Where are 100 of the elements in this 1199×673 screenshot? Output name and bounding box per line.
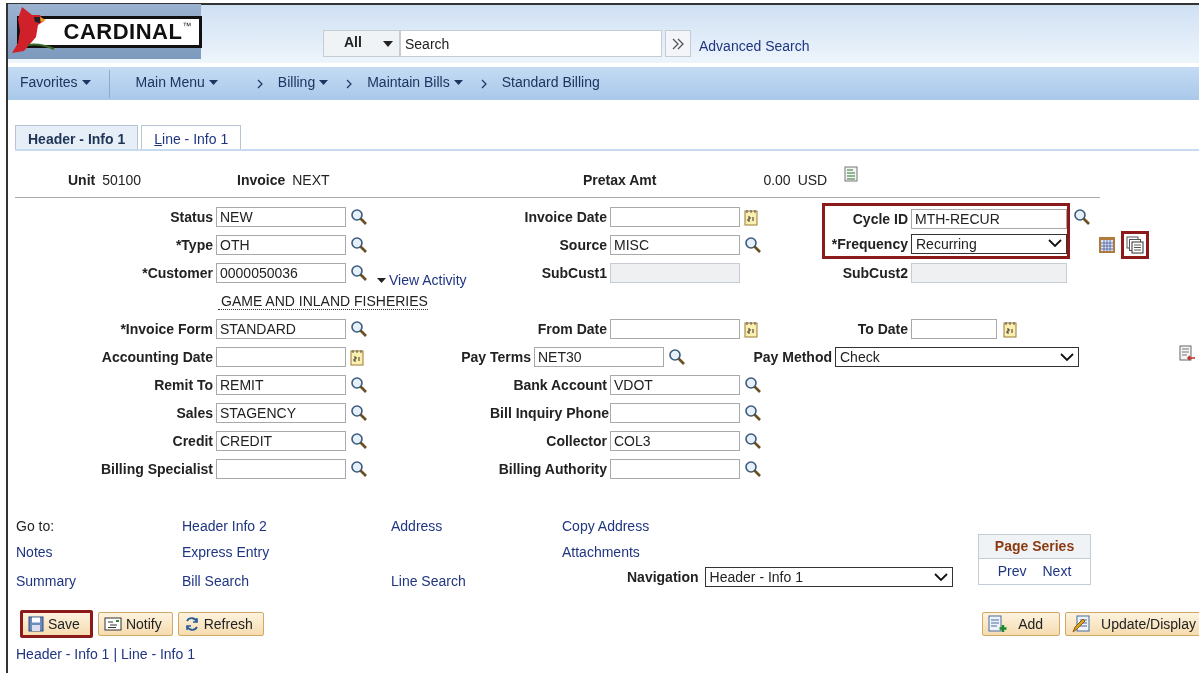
nav-menu[interactable]: Favorites bbox=[20, 74, 91, 93]
dropdown-field[interactable]: Check bbox=[835, 347, 1079, 367]
field-label: SubCust1 bbox=[540, 265, 608, 281]
search-scope-dropdown[interactable]: All bbox=[323, 30, 400, 57]
action-button[interactable]: Refresh bbox=[177, 612, 264, 636]
calendar-grid-icon[interactable] bbox=[1098, 236, 1116, 254]
summary-label: Unit bbox=[68, 172, 96, 188]
field-label: *Invoice Form bbox=[119, 321, 214, 337]
input-field[interactable]: NEW bbox=[216, 207, 346, 227]
field-label: Bill Inquiry Phone bbox=[490, 405, 610, 421]
page-link[interactable]: Summary bbox=[16, 573, 182, 589]
footer-link[interactable]: Header - Info 1 bbox=[16, 646, 110, 662]
action-button[interactable]: Save bbox=[20, 610, 93, 638]
action-button[interactable]: Notify bbox=[97, 612, 173, 636]
dropdown-field[interactable]: Recurring bbox=[911, 233, 1067, 254]
input-field[interactable]: MISC bbox=[610, 235, 740, 255]
nav-menu[interactable]: Main Menu bbox=[135, 74, 218, 93]
page-link[interactable]: Line Search bbox=[391, 573, 562, 589]
input-field[interactable]: CREDIT bbox=[216, 431, 346, 451]
field-label: Sales bbox=[175, 405, 214, 421]
search-icon[interactable] bbox=[744, 460, 762, 478]
search-icon[interactable] bbox=[668, 348, 686, 366]
input-field[interactable] bbox=[610, 459, 740, 479]
field-label: Credit bbox=[171, 433, 214, 449]
search-icon[interactable] bbox=[350, 236, 368, 254]
advanced-search-link[interactable]: Advanced Search bbox=[699, 37, 810, 54]
page-series-link[interactable]: Prev bbox=[997, 559, 1027, 584]
field-label: Invoice Date bbox=[523, 209, 608, 225]
summary-label: Invoice bbox=[237, 172, 286, 188]
search-icon[interactable] bbox=[350, 404, 368, 422]
field-label: Billing Authority bbox=[497, 461, 608, 477]
search-icon[interactable] bbox=[744, 376, 762, 394]
input-field[interactable] bbox=[216, 347, 346, 367]
input-field[interactable]: REMIT bbox=[216, 375, 346, 395]
navigation-label: Navigation bbox=[627, 569, 699, 585]
calendar-icon[interactable] bbox=[744, 320, 758, 338]
summary-value: 0.00 bbox=[763, 172, 791, 188]
link-separator: | bbox=[113, 646, 118, 662]
search-icon[interactable] bbox=[744, 404, 762, 422]
input-field[interactable]: STANDARD bbox=[216, 319, 346, 339]
customer-name: GAME AND INLAND FISHERIES bbox=[218, 292, 428, 310]
action-button[interactable]: Update/Display bbox=[1065, 612, 1199, 636]
page-link[interactable]: Express Entry bbox=[182, 544, 391, 560]
page-link[interactable]: Copy Address bbox=[562, 518, 966, 534]
calendar-icon[interactable] bbox=[350, 348, 364, 366]
search-icon[interactable] bbox=[1073, 208, 1091, 226]
breadcrumb-item[interactable]: Standard Billing bbox=[501, 74, 600, 93]
input-field[interactable]: VDOT bbox=[610, 375, 740, 395]
field-label: From Date bbox=[536, 321, 608, 337]
page-link[interactable]: Header Info 2 bbox=[182, 518, 391, 534]
field-label: *Type bbox=[174, 237, 214, 253]
page-series-link[interactable]: Next bbox=[1042, 559, 1072, 584]
logo-text: CARDINAL bbox=[63, 18, 183, 45]
input-field[interactable]: 0000050036 bbox=[216, 263, 346, 283]
copy-icon[interactable] bbox=[1126, 236, 1144, 254]
field-label: Pay Terms bbox=[460, 349, 532, 365]
search-icon[interactable] bbox=[350, 432, 368, 450]
field-label: Bank Account bbox=[512, 377, 608, 393]
breadcrumb-item[interactable]: Billing bbox=[277, 74, 329, 93]
tab[interactable]: Line - Info 1 bbox=[141, 125, 242, 149]
page-series-title: Page Series bbox=[979, 535, 1090, 559]
caret-icon bbox=[1048, 239, 1062, 248]
input-field[interactable] bbox=[610, 319, 740, 339]
search-icon[interactable] bbox=[744, 236, 762, 254]
calendar-icon[interactable] bbox=[1003, 320, 1017, 338]
page-link[interactable]: Bill Search bbox=[182, 573, 391, 589]
search-icon[interactable] bbox=[350, 320, 368, 338]
input-field[interactable] bbox=[610, 207, 740, 227]
search-go-button[interactable] bbox=[665, 30, 691, 57]
tab[interactable]: Header - Info 1 bbox=[15, 125, 139, 149]
input-field[interactable]: OTH bbox=[216, 235, 346, 255]
navigation-dropdown[interactable]: Header - Info 1 bbox=[704, 567, 953, 587]
input-field[interactable] bbox=[610, 403, 740, 423]
summary-value: NEXT bbox=[292, 172, 330, 188]
input-field[interactable] bbox=[216, 459, 346, 479]
add-document-icon bbox=[988, 615, 1009, 633]
search-field[interactable]: Search bbox=[400, 30, 662, 57]
action-button[interactable]: Add bbox=[982, 612, 1061, 636]
footer-link[interactable]: Line - Info 1 bbox=[121, 646, 195, 662]
search-icon[interactable] bbox=[350, 460, 368, 478]
double-chevron-icon bbox=[671, 37, 685, 50]
chevron-icon bbox=[346, 78, 353, 89]
input-field[interactable] bbox=[911, 319, 997, 339]
page-link[interactable]: Attachments bbox=[562, 544, 966, 560]
field-label: To Date bbox=[856, 321, 909, 337]
search-icon[interactable] bbox=[350, 208, 368, 226]
input-field[interactable]: MTH-RECUR bbox=[911, 208, 1067, 229]
search-icon[interactable] bbox=[350, 376, 368, 394]
input-field[interactable]: NET30 bbox=[534, 347, 664, 367]
input-field[interactable]: STAGENCY bbox=[216, 403, 346, 423]
field-label: Status bbox=[169, 209, 214, 225]
page-link[interactable]: Address bbox=[391, 518, 562, 534]
search-icon[interactable] bbox=[744, 432, 762, 450]
view-activity-link[interactable]: View Activity bbox=[377, 272, 467, 288]
input-field[interactable]: COL3 bbox=[610, 431, 740, 451]
search-icon[interactable] bbox=[350, 264, 368, 282]
document-arrow-icon[interactable] bbox=[1178, 345, 1196, 363]
page-link[interactable]: Notes bbox=[16, 544, 182, 560]
breadcrumb-item[interactable]: Maintain Bills bbox=[367, 74, 463, 93]
calendar-icon[interactable] bbox=[744, 208, 758, 226]
